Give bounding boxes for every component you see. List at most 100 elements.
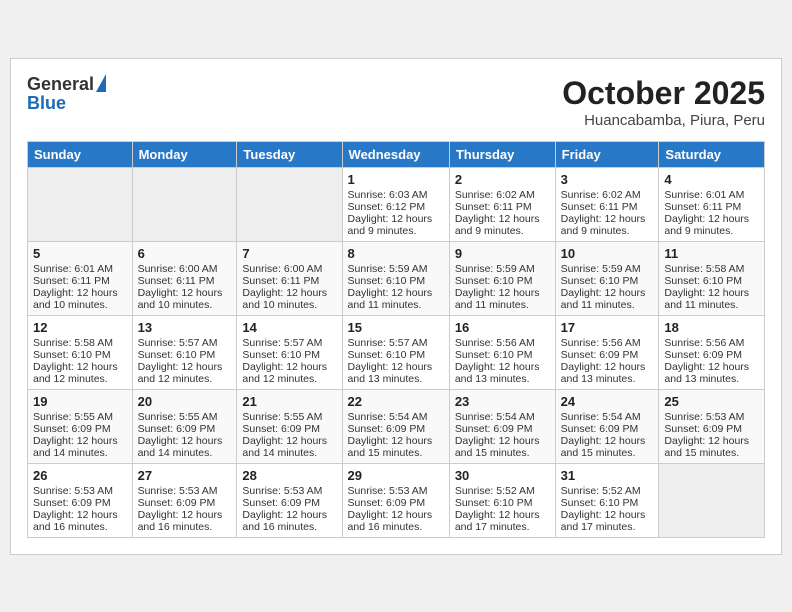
day-number: 12 bbox=[33, 320, 127, 335]
day-cell: 28 Sunrise: 5:53 AMSunset: 6:09 PMDayligh… bbox=[237, 463, 342, 537]
day-detail: Sunrise: 5:53 AM bbox=[242, 485, 336, 497]
logo-text: General Blue bbox=[27, 75, 106, 115]
day-number: 16 bbox=[455, 320, 550, 335]
day-number: 30 bbox=[455, 468, 550, 483]
day-detail: Sunset: 6:09 PM bbox=[664, 349, 759, 361]
day-cell: 16Sunrise: 5:56 AMSunset: 6:10 PMDayligh… bbox=[449, 315, 555, 389]
day-detail: Sunset: 6:11 PM bbox=[664, 201, 759, 213]
day-detail: and 17 minutes. bbox=[561, 521, 654, 533]
day-detail: Sunrise: 6:03 AM bbox=[348, 189, 444, 201]
day-number: 4 bbox=[664, 172, 759, 187]
day-cell: 7Sunrise: 6:00 AMSunset: 6:11 PMDaylight… bbox=[237, 241, 342, 315]
day-detail: Daylight: 12 hours bbox=[455, 435, 550, 447]
day-detail: Daylight: 12 hours bbox=[33, 435, 127, 447]
day-cell: 19Sunrise: 5:55 AMSunset: 6:09 PMDayligh… bbox=[28, 389, 133, 463]
day-cell: 30Sunrise: 5:52 AMSunset: 6:10 PMDayligh… bbox=[449, 463, 555, 537]
day-number: 26 bbox=[33, 468, 127, 483]
day-detail: Daylight: 12 hours bbox=[455, 287, 550, 299]
day-detail: Sunset: 6:09 PM bbox=[664, 423, 759, 435]
day-detail: Daylight: 12 hours bbox=[455, 509, 550, 521]
logo-general: General bbox=[27, 75, 94, 95]
day-number: 19 bbox=[33, 394, 127, 409]
day-detail: Sunrise: 5:52 AM bbox=[455, 485, 550, 497]
location: Huancabamba, Piura, Peru bbox=[562, 112, 765, 129]
day-cell: 17Sunrise: 5:56 AMSunset: 6:09 PMDayligh… bbox=[555, 315, 659, 389]
day-number: 17 bbox=[561, 320, 654, 335]
day-detail: Sunset: 6:09 PM bbox=[348, 497, 444, 509]
day-number: 1 bbox=[348, 172, 444, 187]
day-number: 3 bbox=[561, 172, 654, 187]
day-number: 24 bbox=[561, 394, 654, 409]
day-detail: Daylight: 12 hours bbox=[242, 361, 336, 373]
day-number: 23 bbox=[455, 394, 550, 409]
day-detail: and 14 minutes. bbox=[242, 447, 336, 459]
day-detail: and 16 minutes. bbox=[138, 521, 232, 533]
day-detail: and 13 minutes. bbox=[348, 373, 444, 385]
day-cell: 24Sunrise: 5:54 AMSunset: 6:09 PMDayligh… bbox=[555, 389, 659, 463]
day-cell: 26Sunrise: 5:53 AMSunset: 6:09 PMDayligh… bbox=[28, 463, 133, 537]
day-detail: Sunset: 6:10 PM bbox=[348, 349, 444, 361]
day-detail: and 9 minutes. bbox=[455, 225, 550, 237]
day-number: 28 bbox=[242, 468, 336, 483]
day-detail: Sunrise: 5:59 AM bbox=[561, 263, 654, 275]
day-number: 18 bbox=[664, 320, 759, 335]
day-number: 20 bbox=[138, 394, 232, 409]
day-cell: 13Sunrise: 5:57 AMSunset: 6:10 PMDayligh… bbox=[132, 315, 237, 389]
day-cell bbox=[237, 167, 342, 241]
logo-blue: Blue bbox=[27, 93, 66, 113]
day-detail: Daylight: 12 hours bbox=[664, 361, 759, 373]
day-detail: Sunrise: 5:59 AM bbox=[455, 263, 550, 275]
day-detail: Daylight: 12 hours bbox=[664, 287, 759, 299]
day-detail: Daylight: 12 hours bbox=[348, 361, 444, 373]
day-detail: Sunrise: 5:56 AM bbox=[664, 337, 759, 349]
day-detail: Daylight: 12 hours bbox=[664, 213, 759, 225]
day-cell: 8Sunrise: 5:59 AMSunset: 6:10 PMDaylight… bbox=[342, 241, 449, 315]
day-detail: Daylight: 12 hours bbox=[455, 213, 550, 225]
day-detail: Daylight: 12 hours bbox=[242, 287, 336, 299]
weekday-header-monday: Monday bbox=[132, 141, 237, 167]
day-detail: Sunset: 6:11 PM bbox=[242, 275, 336, 287]
day-detail: Sunset: 6:11 PM bbox=[138, 275, 232, 287]
day-cell bbox=[28, 167, 133, 241]
day-detail: Sunrise: 6:02 AM bbox=[561, 189, 654, 201]
day-detail: and 16 minutes. bbox=[33, 521, 127, 533]
day-number: 27 bbox=[138, 468, 232, 483]
day-detail: Sunset: 6:10 PM bbox=[561, 275, 654, 287]
day-detail: Sunrise: 5:54 AM bbox=[455, 411, 550, 423]
day-detail: Sunrise: 6:00 AM bbox=[138, 263, 232, 275]
day-detail: Sunset: 6:10 PM bbox=[138, 349, 232, 361]
day-detail: Daylight: 12 hours bbox=[242, 509, 336, 521]
day-number: 10 bbox=[561, 246, 654, 261]
day-detail: Daylight: 12 hours bbox=[561, 213, 654, 225]
day-detail: and 17 minutes. bbox=[455, 521, 550, 533]
day-detail: and 11 minutes. bbox=[455, 299, 550, 311]
day-number: 7 bbox=[242, 246, 336, 261]
day-cell: 22Sunrise: 5:54 AMSunset: 6:09 PMDayligh… bbox=[342, 389, 449, 463]
day-detail: Daylight: 12 hours bbox=[33, 361, 127, 373]
day-detail: Sunset: 6:09 PM bbox=[455, 423, 550, 435]
day-detail: Sunset: 6:09 PM bbox=[33, 497, 127, 509]
logo: General Blue bbox=[27, 75, 106, 115]
day-detail: Sunset: 6:10 PM bbox=[242, 349, 336, 361]
week-row-1: 1Sunrise: 6:03 AMSunset: 6:12 PMDaylight… bbox=[28, 167, 765, 241]
weekday-header-wednesday: Wednesday bbox=[342, 141, 449, 167]
day-number: 13 bbox=[138, 320, 232, 335]
day-detail: and 14 minutes. bbox=[138, 447, 232, 459]
day-cell: 2Sunrise: 6:02 AMSunset: 6:11 PMDaylight… bbox=[449, 167, 555, 241]
day-detail: and 13 minutes. bbox=[664, 373, 759, 385]
day-number: 2 bbox=[455, 172, 550, 187]
week-row-3: 12Sunrise: 5:58 AMSunset: 6:10 PMDayligh… bbox=[28, 315, 765, 389]
day-detail: Sunset: 6:09 PM bbox=[138, 423, 232, 435]
day-cell: 31Sunrise: 5:52 AMSunset: 6:10 PMDayligh… bbox=[555, 463, 659, 537]
day-detail: Sunset: 6:12 PM bbox=[348, 201, 444, 213]
day-detail: and 13 minutes. bbox=[561, 373, 654, 385]
day-detail: Sunrise: 5:58 AM bbox=[664, 263, 759, 275]
day-cell: 18 Sunrise: 5:56 AMSunset: 6:09 PMDayligh… bbox=[659, 315, 765, 389]
day-detail: Sunset: 6:11 PM bbox=[561, 201, 654, 213]
day-detail: Sunset: 6:09 PM bbox=[242, 497, 336, 509]
day-detail: Sunrise: 5:55 AM bbox=[33, 411, 127, 423]
weekday-header-saturday: Saturday bbox=[659, 141, 765, 167]
day-detail: Daylight: 12 hours bbox=[348, 213, 444, 225]
day-detail: and 16 minutes. bbox=[348, 521, 444, 533]
week-row-4: 19Sunrise: 5:55 AMSunset: 6:09 PMDayligh… bbox=[28, 389, 765, 463]
